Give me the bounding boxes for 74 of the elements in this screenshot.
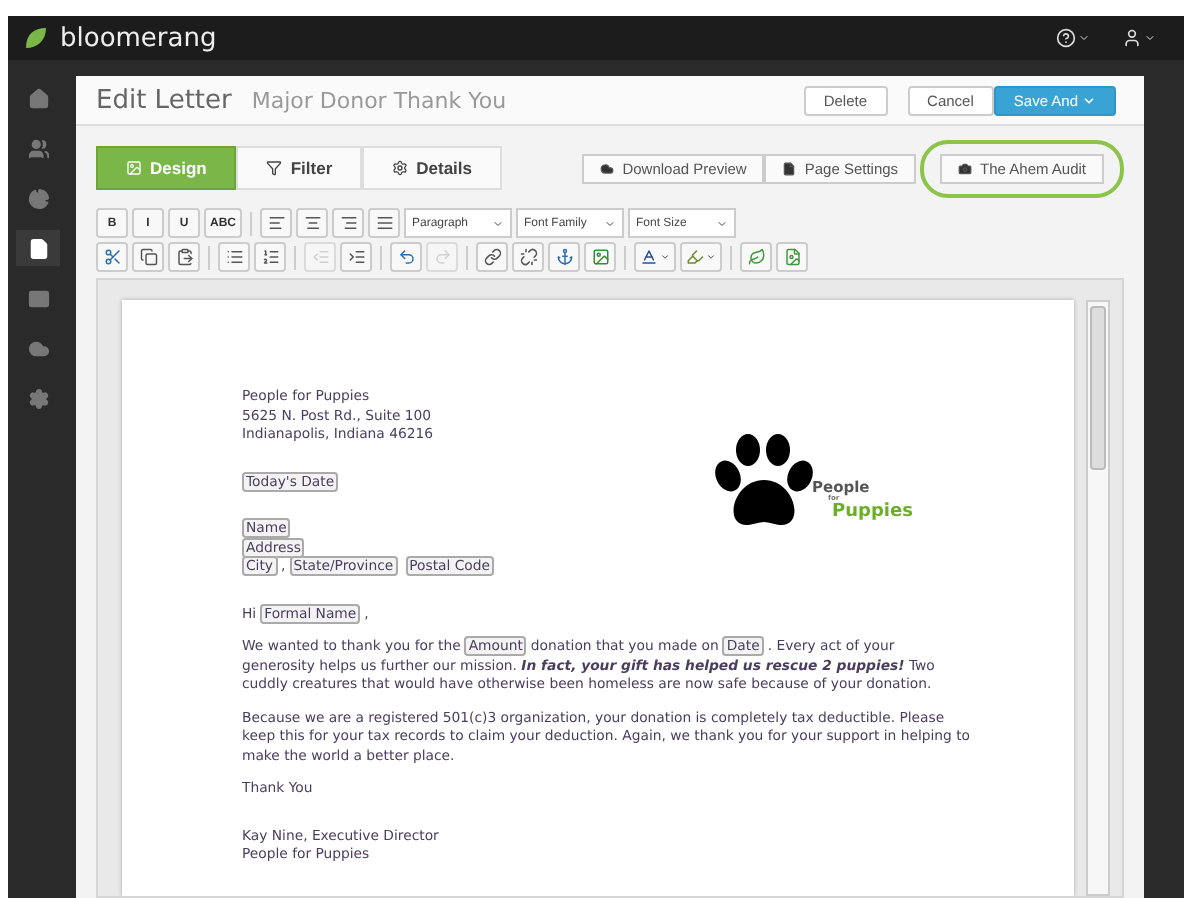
caret-icon (716, 217, 728, 229)
toolbar-button[interactable] (260, 208, 292, 238)
copy-icon (139, 248, 157, 266)
color-menu-button[interactable] (634, 242, 676, 272)
toolbar-button[interactable] (548, 242, 580, 272)
pie-chart-icon (27, 187, 49, 209)
undo-icon (397, 248, 415, 266)
page-icon (782, 161, 797, 175)
caret-icon (1082, 93, 1096, 107)
toolbar-button[interactable] (296, 208, 328, 238)
image-icon (126, 160, 142, 176)
align-center-icon (303, 214, 321, 232)
paste-icon (175, 248, 193, 266)
unlink-icon (519, 248, 537, 266)
camera-icon (958, 161, 973, 175)
toolbar-button[interactable] (168, 242, 200, 272)
filter-icon (266, 160, 283, 176)
highlighter-icon (686, 248, 704, 266)
toolbar-button[interactable] (776, 242, 808, 272)
anchor-icon (555, 248, 573, 266)
toolbar-button[interactable] (254, 242, 286, 272)
toolbar-button[interactable] (476, 242, 508, 272)
scrollbar[interactable] (1086, 300, 1110, 896)
toolbar-button[interactable] (368, 208, 400, 238)
image-icon (591, 248, 609, 266)
toolbar-button[interactable] (340, 242, 372, 272)
help-menu[interactable] (1056, 28, 1090, 48)
text-color-icon (640, 248, 658, 266)
link-icon (483, 248, 501, 266)
leaf-icon (747, 248, 765, 266)
people-icon (27, 137, 49, 159)
app-name: bloomerang (60, 23, 217, 53)
color-menu-button[interactable] (680, 242, 722, 272)
logo-text: Puppies (832, 504, 913, 524)
toolbar-button[interactable] (332, 208, 364, 238)
cloud-icon (600, 161, 615, 175)
align-justify-icon (375, 214, 393, 232)
align-left-icon (267, 214, 285, 232)
align-right-icon (339, 214, 357, 232)
help-icon (1056, 28, 1076, 48)
numbered-list-icon (261, 248, 279, 266)
scissors-icon (103, 248, 121, 266)
document-icon (27, 237, 49, 259)
settings-icon (27, 387, 49, 409)
image-file-icon (783, 248, 801, 266)
tab[interactable]: Filter (236, 146, 363, 190)
settings-icon (392, 160, 409, 176)
letter-name: Major Donor Thank You (251, 87, 507, 113)
toolbar-button[interactable] (740, 242, 772, 272)
indent-icon (347, 248, 365, 266)
caret-icon (660, 252, 670, 262)
tab[interactable]: Details (362, 146, 502, 190)
toolbar-button[interactable] (584, 242, 616, 272)
toolbar-button[interactable] (96, 242, 128, 272)
leaf-logo-icon (24, 26, 48, 50)
caret-icon (706, 252, 716, 262)
toolbar-button[interactable] (218, 242, 250, 272)
caret-icon (604, 217, 616, 229)
envelope-icon (27, 287, 49, 309)
cloud-icon (27, 337, 49, 359)
user-menu[interactable] (1122, 28, 1156, 48)
caret-icon (1144, 32, 1156, 44)
caret-icon (492, 217, 504, 229)
outdent-icon (311, 248, 329, 266)
redo-icon (433, 248, 451, 266)
sidebar-item[interactable] (16, 230, 60, 266)
toolbar-button[interactable] (390, 242, 422, 272)
user-icon (1122, 28, 1142, 48)
toolbar-button[interactable] (512, 242, 544, 272)
toolbar-button[interactable] (132, 242, 164, 272)
home-icon (27, 87, 49, 109)
bullet-list-icon (225, 248, 243, 266)
caret-icon (1078, 32, 1090, 44)
page-title: Edit Letter (96, 85, 232, 115)
